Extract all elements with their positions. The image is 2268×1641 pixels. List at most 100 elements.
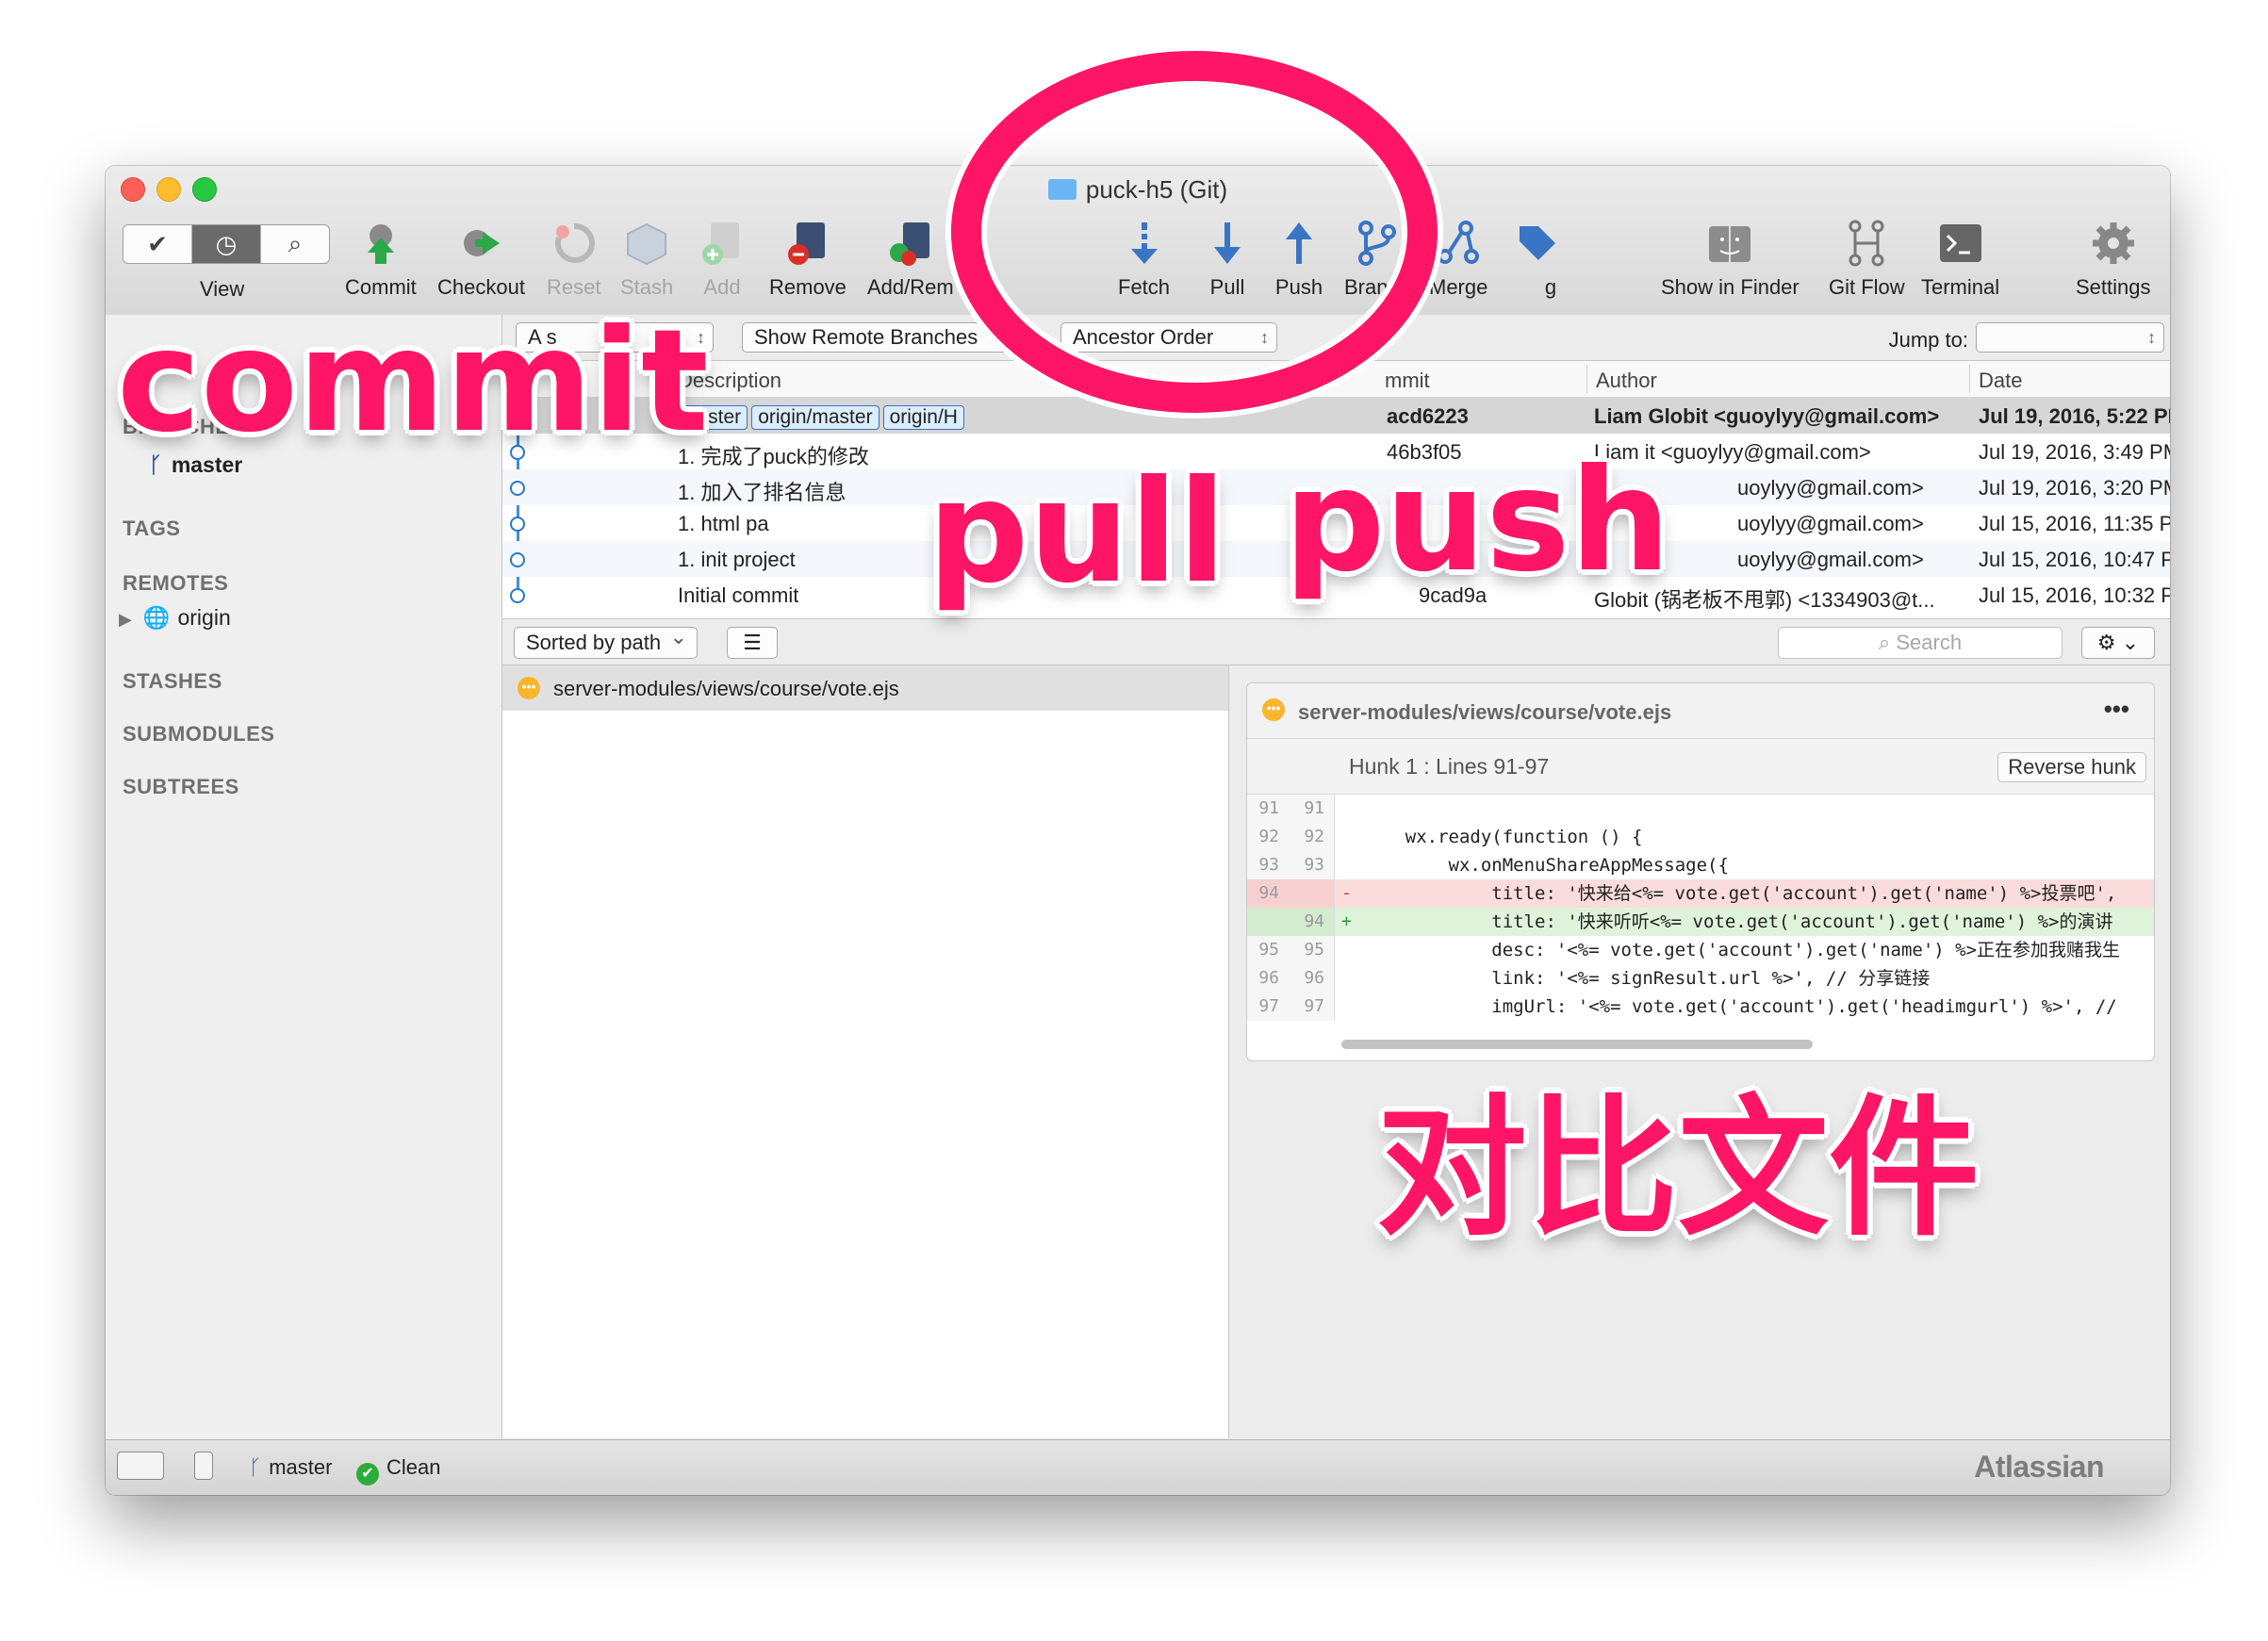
search-view-icon[interactable]: ⌕ bbox=[261, 225, 329, 263]
sidebar-toggle-button[interactable] bbox=[117, 1452, 164, 1480]
branch-icon: ᚴ bbox=[249, 1455, 262, 1479]
reset-button[interactable]: Reset bbox=[547, 219, 600, 300]
submodules-header: SUBMODULES bbox=[123, 722, 275, 746]
disclosure-triangle-icon[interactable]: ▶ bbox=[119, 610, 132, 629]
merge-icon bbox=[1438, 221, 1480, 264]
hunk-header: Hunk 1 : Lines 91-97 Reverse hunk bbox=[1247, 739, 2154, 795]
log-view-icon[interactable]: ◷ bbox=[192, 225, 261, 263]
column-author[interactable]: Author bbox=[1596, 369, 1657, 393]
file-status-view-icon[interactable]: ✔ bbox=[123, 225, 192, 263]
add-button[interactable]: Add bbox=[698, 219, 747, 300]
options-gear-button[interactable]: ⚙ ⌄ bbox=[2081, 627, 2155, 659]
line-numbers: 94 bbox=[1247, 908, 1335, 936]
line-numbers: 91 91 bbox=[1247, 795, 1335, 823]
commit-icon bbox=[367, 224, 394, 264]
diff-card: ••• server-modules/views/course/vote.ejs… bbox=[1246, 682, 2155, 1061]
current-branch: ᚴ master bbox=[249, 1455, 333, 1479]
tags-header: TAGS bbox=[123, 517, 181, 540]
view-label: View bbox=[200, 277, 245, 301]
check-icon: ✔ bbox=[356, 1463, 379, 1485]
merge-button[interactable]: Merge bbox=[1429, 219, 1487, 300]
line-numbers: 93 93 bbox=[1247, 851, 1335, 879]
table-row[interactable]: master origin/master origin/H acd6223 Liam… bbox=[502, 398, 2170, 434]
show-in-finder-button[interactable]: Show in Finder bbox=[1661, 219, 1800, 300]
diff-line: 93 93 wx.onMenuShareAppMessage({ bbox=[1247, 851, 2154, 879]
checkout-icon bbox=[464, 230, 501, 256]
diff-line: 96 96 link: '<%= signResult.url %>', // 分… bbox=[1247, 964, 2154, 993]
subtrees-header: SUBTREES bbox=[123, 775, 239, 798]
remove-button[interactable]: Remove bbox=[769, 219, 846, 300]
checkout-button[interactable]: Checkout bbox=[437, 219, 525, 300]
stash-icon bbox=[627, 222, 667, 266]
diff-code-text: imgUrl: '<%= vote.get('account').get('he… bbox=[1362, 996, 2117, 1017]
globe-icon: 🌐 bbox=[142, 605, 171, 630]
sort-select[interactable]: Sorted by path bbox=[514, 622, 698, 659]
push-button[interactable]: Push bbox=[1274, 219, 1323, 300]
panel-toggle-button[interactable] bbox=[194, 1452, 213, 1480]
terminal-button[interactable]: Terminal bbox=[1921, 219, 1999, 300]
terminal-icon bbox=[1939, 224, 1981, 262]
diff-code-text: wx.ready(function () { bbox=[1362, 827, 1643, 847]
reset-icon bbox=[554, 222, 595, 263]
list-view-button[interactable]: ☰ bbox=[727, 627, 778, 659]
view-mode-segment[interactable]: ✔ ◷ ⌕ bbox=[123, 224, 330, 264]
diff-code-text: title: '快来给<%= vote.get('account').get('… bbox=[1362, 883, 2117, 904]
line-numbers: 94 bbox=[1247, 879, 1335, 908]
column-date[interactable]: Date bbox=[1979, 369, 2022, 393]
search-icon: ⌕ bbox=[1878, 631, 1897, 654]
diff-pane: ••• server-modules/views/course/vote.ejs… bbox=[1229, 665, 2170, 1438]
diff-code-text: desc: '<%= vote.get('account').get('name… bbox=[1362, 940, 2121, 960]
stash-button[interactable]: Stash bbox=[620, 219, 673, 300]
folder-icon bbox=[1047, 179, 1076, 200]
pull-icon bbox=[1214, 222, 1241, 264]
title-toolbar: puck-h5 (Git) ✔ ◷ ⌕ View Commit Checkout… bbox=[106, 166, 2170, 316]
remote-branches-select[interactable]: Show Remote Branches bbox=[742, 322, 1034, 353]
gear-icon bbox=[2092, 222, 2134, 264]
horizontal-scrollbar[interactable] bbox=[1341, 1040, 1813, 1049]
add-remove-button[interactable]: Add/Rem bbox=[867, 219, 954, 300]
jump-to-label: Jump to: bbox=[1888, 328, 1968, 352]
sidebar-item-origin[interactable]: ▶ 🌐 origin bbox=[119, 605, 231, 631]
branch-tag: origin/master bbox=[751, 405, 879, 430]
diff-code: 91 91 92 92 wx.ready(function () {93 93 wx.o… bbox=[1247, 795, 2154, 1021]
diff-code-text: link: '<%= signResult.url %>', // 分享链接 bbox=[1362, 968, 1931, 989]
git-flow-button[interactable]: Git Flow bbox=[1829, 219, 1905, 300]
column-commit[interactable]: mmit bbox=[1385, 369, 1430, 393]
settings-button[interactable]: Settings bbox=[2076, 219, 2151, 300]
diff-code-text: wx.onMenuShareAppMessage({ bbox=[1362, 855, 1729, 876]
status-badge: ✔ Clean bbox=[356, 1455, 440, 1485]
modified-icon: ••• bbox=[518, 677, 540, 699]
line-numbers: 96 96 bbox=[1247, 964, 1335, 993]
diff-code-text: title: '快来听听<%= vote.get('account').get(… bbox=[1362, 911, 2113, 932]
list-item[interactable]: ••• server-modules/views/course/vote.ejs bbox=[502, 665, 1228, 711]
line-numbers: 92 92 bbox=[1247, 823, 1335, 851]
add-remove-icon bbox=[889, 222, 929, 266]
tag-button[interactable]: g bbox=[1512, 219, 1561, 300]
changed-files-list: ••• server-modules/views/course/vote.ejs bbox=[502, 665, 1229, 1438]
fetch-button[interactable]: Fetch bbox=[1118, 219, 1170, 300]
annotation-compare-files: 对比文件 bbox=[1376, 1080, 1980, 1256]
stashes-header: STASHES bbox=[123, 669, 222, 693]
diff-line: 91 91 bbox=[1247, 795, 2154, 823]
order-select[interactable]: Ancestor Order bbox=[1060, 322, 1277, 353]
search-input[interactable]: ⌕ Search bbox=[1778, 627, 2063, 659]
branch-icon bbox=[1357, 221, 1396, 266]
jump-to-select[interactable] bbox=[1976, 322, 2164, 353]
reverse-hunk-button[interactable]: Reverse hunk bbox=[1997, 752, 2146, 782]
tag-icon bbox=[1520, 226, 1555, 260]
more-options-button[interactable]: ••• bbox=[2104, 695, 2129, 724]
history-header: Description mmit Author Date bbox=[502, 361, 2170, 398]
commit-button[interactable]: Commit bbox=[345, 219, 417, 300]
branch-button[interactable]: Branch bbox=[1344, 219, 1410, 300]
branch-tag: origin/H bbox=[882, 405, 964, 430]
pull-button[interactable]: Pull bbox=[1203, 219, 1252, 300]
push-icon bbox=[1286, 222, 1312, 264]
diff-sign: + bbox=[1341, 911, 1352, 931]
diff-line: 92 92 wx.ready(function () { bbox=[1247, 823, 2154, 851]
annotation-push: push bbox=[1284, 439, 1671, 603]
modified-icon: ••• bbox=[1262, 698, 1285, 721]
diff-line: 97 97 imgUrl: '<%= vote.get('account').ge… bbox=[1247, 993, 2154, 1021]
remotes-header: REMOTES bbox=[123, 571, 229, 595]
remove-icon bbox=[787, 222, 825, 265]
diff-file-header: ••• server-modules/views/course/vote.ejs… bbox=[1247, 683, 2154, 739]
